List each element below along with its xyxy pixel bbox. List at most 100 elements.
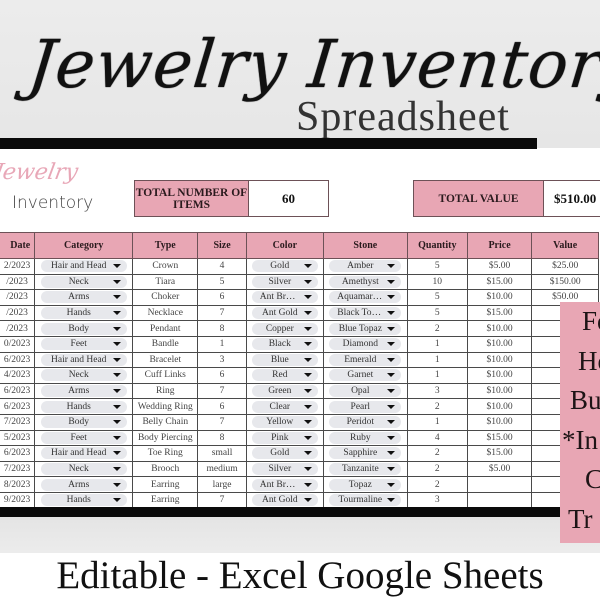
color-dropdown[interactable]: Pink [251,431,318,444]
caret-down-icon[interactable] [387,389,396,394]
caret-down-icon[interactable] [303,373,312,378]
color-dropdown[interactable]: Green [251,385,318,398]
column-header-value[interactable]: Value [531,232,599,259]
cell-quantity[interactable]: 4 [406,429,468,447]
category-dropdown[interactable]: Neck [40,369,127,382]
cell-type[interactable]: Necklace [132,304,199,322]
column-header-stone[interactable]: Stone [322,232,408,259]
cell-date[interactable]: 7/2023 [0,460,36,478]
caret-down-icon[interactable] [112,451,121,456]
stone-dropdown[interactable]: Sapphire [329,447,402,460]
cell-price[interactable]: $15.00 [466,445,533,462]
stone-dropdown[interactable]: Garnet [329,369,402,382]
cell-price[interactable]: $15.00 [466,273,533,291]
column-header-price[interactable]: Price [466,232,533,259]
cell-price[interactable] [466,491,533,509]
column-header-category[interactable]: Category [34,232,134,259]
caret-down-icon[interactable] [303,404,312,409]
category-dropdown[interactable]: Arms [40,478,127,491]
column-header-date[interactable]: Date [0,232,36,259]
cell-date[interactable]: /2023 [0,289,36,306]
color-dropdown[interactable]: Silver [251,275,318,288]
total-value-value[interactable]: $510.00 [544,180,600,217]
stone-dropdown[interactable]: Aquamarine [329,291,402,304]
caret-down-icon[interactable] [112,389,121,394]
category-dropdown[interactable]: Hair and Head [40,353,127,366]
cell-price[interactable] [466,476,533,493]
cell-quantity[interactable]: 5 [406,289,468,306]
cell-quantity[interactable]: 5 [406,258,468,275]
cell-size[interactable]: 8 [197,320,247,337]
cell-date[interactable]: /2023 [0,304,36,322]
category-dropdown[interactable]: Hair and Head [40,447,127,460]
cell-date[interactable]: /2023 [0,320,36,337]
stone-dropdown[interactable]: Amber [329,260,402,273]
caret-down-icon[interactable] [112,404,121,409]
cell-date[interactable]: 6/2023 [0,351,36,369]
cell-price[interactable]: $5.00 [466,258,533,275]
cell-size[interactable]: 3 [197,351,247,369]
caret-down-icon[interactable] [387,279,396,284]
caret-down-icon[interactable] [303,279,312,284]
stone-dropdown[interactable]: Emerald [329,353,402,366]
caret-down-icon[interactable] [387,342,396,347]
cell-date[interactable]: 2/2023 [0,258,36,275]
caret-down-icon[interactable] [112,373,121,378]
caret-down-icon[interactable] [303,264,312,269]
stone-dropdown[interactable]: Blue Topaz [329,322,402,335]
cell-quantity[interactable]: 10 [406,273,468,291]
cell-type[interactable]: Earring [132,476,199,493]
caret-down-icon[interactable] [112,326,121,331]
cell-size[interactable]: 6 [197,398,247,415]
caret-down-icon[interactable] [112,279,121,284]
cell-price[interactable]: $15.00 [466,429,533,447]
caret-down-icon[interactable] [112,420,121,425]
category-dropdown[interactable]: Arms [40,291,127,304]
cell-type[interactable]: Cuff Links [132,367,199,384]
cell-quantity[interactable]: 1 [406,335,468,353]
column-header-quantity[interactable]: Quantity [406,232,468,259]
caret-down-icon[interactable] [112,342,121,347]
caret-down-icon[interactable] [303,498,312,503]
cell-size[interactable]: 5 [197,273,247,291]
caret-down-icon[interactable] [303,357,312,362]
caret-down-icon[interactable] [387,498,396,503]
caret-down-icon[interactable] [112,435,121,440]
caret-down-icon[interactable] [387,451,396,456]
stone-dropdown[interactable]: Amethyst [329,275,402,288]
stone-dropdown[interactable]: Peridot [329,416,402,429]
color-dropdown[interactable]: Gold [251,447,318,460]
cell-size[interactable]: 6 [197,367,247,384]
caret-down-icon[interactable] [387,357,396,362]
caret-down-icon[interactable] [303,420,312,425]
cell-size[interactable]: small [197,445,247,462]
total-items-value[interactable]: 60 [249,180,329,217]
cell-type[interactable]: Earring [132,491,199,509]
cell-size[interactable]: 7 [197,382,247,400]
cell-price[interactable]: $10.00 [466,382,533,400]
cell-size[interactable]: 4 [197,258,247,275]
cell-quantity[interactable]: 3 [406,491,468,509]
cell-date[interactable]: 9/2023 [0,491,36,509]
stone-dropdown[interactable]: Black Tou… [329,307,402,320]
caret-down-icon[interactable] [112,482,121,487]
caret-down-icon[interactable] [387,373,396,378]
cell-date[interactable]: 8/2023 [0,476,36,493]
column-header-color[interactable]: Color [245,232,324,259]
caret-down-icon[interactable] [387,482,396,487]
cell-date[interactable]: 6/2023 [0,398,36,415]
cell-date[interactable]: 6/2023 [0,382,36,400]
cell-type[interactable]: Crown [132,258,199,275]
category-dropdown[interactable]: Body [40,322,127,335]
cell-date[interactable]: /2023 [0,273,36,291]
color-dropdown[interactable]: Ant Gold [251,307,318,320]
cell-price[interactable]: $10.00 [466,320,533,337]
stone-dropdown[interactable]: Ruby [329,431,402,444]
color-dropdown[interactable]: Gold [251,260,318,273]
color-dropdown[interactable]: Blue [251,353,318,366]
cell-price[interactable]: $10.00 [466,289,533,306]
caret-down-icon[interactable] [303,467,312,472]
caret-down-icon[interactable] [387,435,396,440]
category-dropdown[interactable]: Neck [40,463,127,476]
caret-down-icon[interactable] [303,435,312,440]
